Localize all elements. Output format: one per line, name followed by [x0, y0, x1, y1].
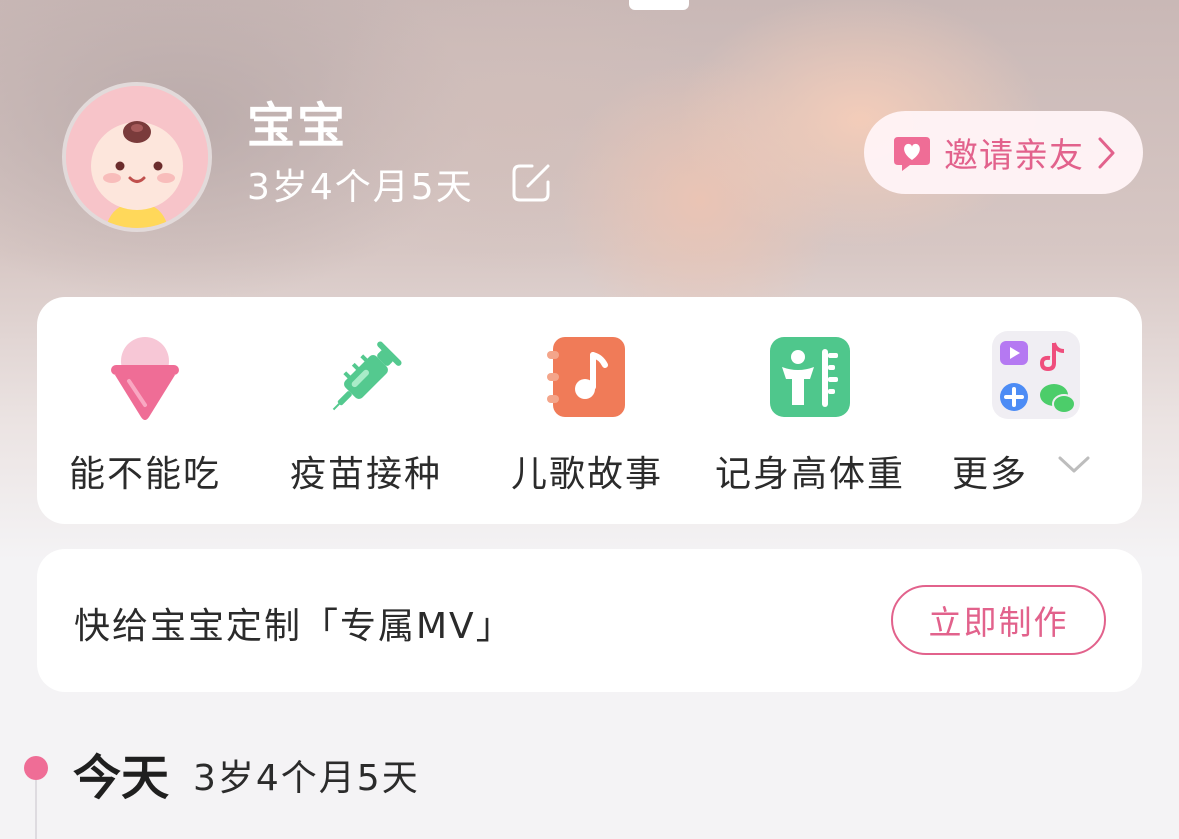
music-book-icon	[547, 337, 625, 417]
edit-icon[interactable]	[510, 160, 554, 204]
tool-label: 儿歌故事	[510, 454, 663, 495]
make-now-button[interactable]: 立即制作	[891, 585, 1106, 655]
tool-label: 更多	[951, 454, 1028, 495]
timeline-dot	[24, 756, 48, 780]
tool-label: 疫苗接种	[289, 454, 442, 495]
tool-more[interactable]: 更多	[900, 327, 1140, 507]
mv-promo-card: 快给宝宝定制「专属MV」 立即制作	[37, 549, 1142, 692]
timeline-today-title: 今天	[73, 750, 170, 806]
tool-label: 能不能吃	[68, 454, 221, 495]
chevron-right-icon	[1098, 137, 1115, 168]
height-ruler-icon	[770, 337, 850, 417]
ice-cream-icon	[111, 337, 179, 420]
invite-label: 邀请亲友	[944, 136, 1084, 176]
tool-height-weight[interactable]: 记身高体重	[700, 327, 920, 507]
vaccine-syringe-icon	[332, 341, 402, 411]
baby-avatar[interactable]	[62, 82, 212, 232]
tool-songs-stories[interactable]: 儿歌故事	[477, 327, 697, 507]
baby-name: 宝宝	[247, 98, 348, 154]
baby-age: 3岁4个月5天	[247, 167, 474, 208]
invite-friends-button[interactable]: 邀请亲友	[864, 111, 1143, 194]
baby-face-icon	[66, 86, 208, 228]
drag-handle[interactable]	[629, 0, 689, 10]
tool-label: 记身高体重	[714, 454, 905, 495]
heart-chat-icon	[894, 136, 930, 171]
timeline-line	[35, 780, 37, 839]
tool-can-eat[interactable]: 能不能吃	[35, 327, 255, 507]
tool-vaccine[interactable]: 疫苗接种	[256, 327, 476, 507]
mv-promo-text: 快给宝宝定制「专属MV」	[74, 606, 514, 647]
timeline-today-age: 3岁4个月5天	[193, 758, 420, 799]
chevron-down-icon	[1058, 456, 1090, 473]
